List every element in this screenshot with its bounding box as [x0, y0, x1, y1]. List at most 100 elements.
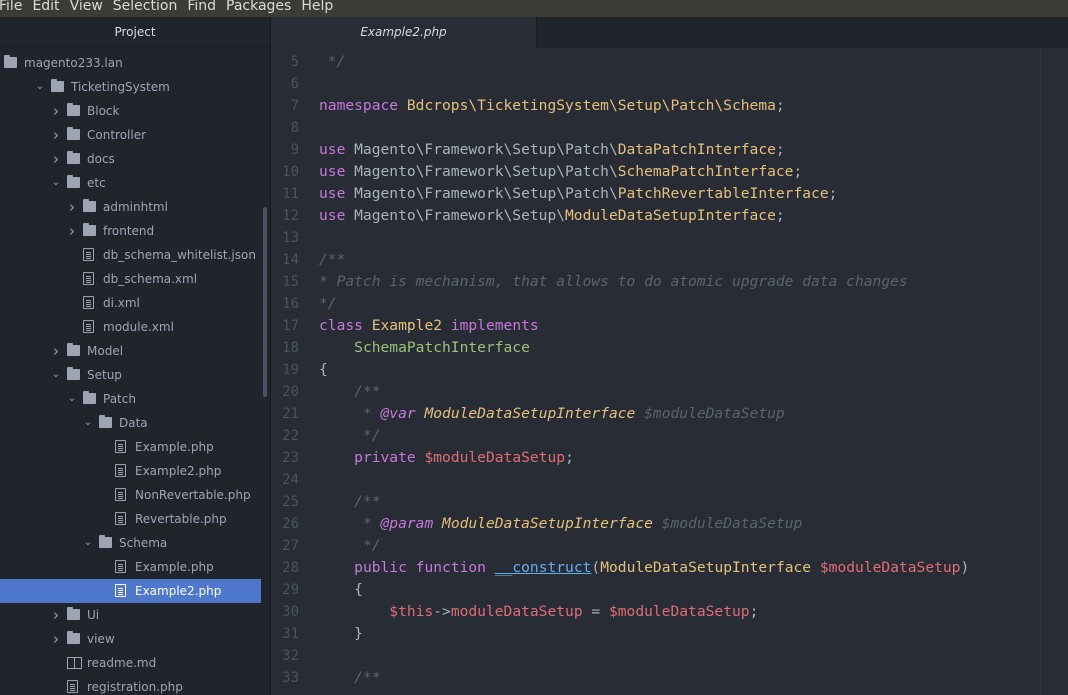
tree-item-label: readme.md [87, 656, 157, 670]
menu-item-help[interactable]: Help [301, 0, 333, 13]
tab-example2-php[interactable]: Example2.php [271, 17, 537, 48]
tree-folder[interactable]: ⌄ Patch [0, 387, 270, 411]
menu-item-packages[interactable]: Packages [226, 0, 291, 13]
chevron-down-icon[interactable]: ⌄ [83, 531, 93, 555]
tree-item-label: Example.php [135, 440, 214, 454]
tree-item-label: etc [87, 176, 106, 190]
tree-file[interactable]: db_schema.xml [0, 267, 270, 291]
tree-file[interactable]: db_schema_whitelist.json [0, 243, 270, 267]
tree-file[interactable]: module.xml [0, 315, 270, 339]
code-token: __construct [494, 559, 592, 576]
tree-folder[interactable]: magento233.lan [0, 51, 270, 75]
folder-icon [51, 79, 64, 92]
tree-folder[interactable]: ⌄ Setup [0, 363, 270, 387]
menu-item-file[interactable]: File [0, 0, 22, 13]
line-number: 25 [282, 494, 299, 510]
line-number: 13 [282, 230, 299, 246]
code-text: namespace Bdcrops\TicketingSystem\Setup\… [319, 95, 785, 117]
line-number: 32 [282, 648, 299, 664]
code-text: * @param ModuleDataSetupInterface $modul… [319, 513, 802, 535]
tree-folder[interactable]: › Model [0, 339, 270, 363]
chevron-right-icon[interactable]: › [51, 603, 61, 627]
menu-item-find[interactable]: Find [187, 0, 216, 13]
tree-folder[interactable]: › docs [0, 147, 270, 171]
tree-file[interactable]: Example2.php [0, 459, 270, 483]
tree-item-label: adminhtml [103, 200, 168, 214]
tree-folder[interactable]: ⌄ TicketingSystem [0, 75, 270, 99]
code-token: { [319, 581, 363, 598]
tree-item-label: Data [119, 416, 148, 430]
menu-item-edit[interactable]: Edit [32, 0, 59, 13]
code-token: $this [389, 603, 434, 620]
file-icon [83, 248, 94, 261]
tree-item-label: docs [87, 152, 115, 166]
tree-file[interactable]: di.xml [0, 291, 270, 315]
folder-icon [67, 103, 80, 116]
tree-file[interactable]: Example2.php [0, 579, 261, 603]
tree-item-label: Example2.php [135, 464, 222, 478]
tree-folder[interactable]: ⌄ Schema [0, 531, 270, 555]
line-number: 5 [290, 54, 299, 70]
code-text: SchemaPatchInterface [319, 337, 530, 359]
chevron-right-icon[interactable]: › [51, 99, 61, 123]
code-text: */ [319, 293, 337, 315]
chevron-down-icon[interactable]: ⌄ [51, 171, 61, 195]
tree-folder[interactable]: › Ui [0, 603, 270, 627]
chevron-right-icon[interactable]: › [51, 123, 61, 147]
line-number: 6 [290, 76, 299, 92]
code-token: $moduleDataSetup [635, 405, 785, 422]
code-token: ModuleDataSetupInterface [600, 559, 812, 576]
line-number: 10 [282, 164, 299, 180]
code-token: private [354, 449, 416, 466]
chevron-right-icon[interactable]: › [51, 339, 61, 363]
line-number: 24 [282, 472, 299, 488]
line-number: 14 [282, 252, 299, 268]
chevron-down-icon[interactable]: ⌄ [35, 75, 45, 99]
chevron-down-icon[interactable]: ⌄ [83, 411, 93, 435]
file-icon [115, 512, 126, 525]
tree-folder[interactable]: ⌄ Data [0, 411, 270, 435]
menu-item-selection[interactable]: Selection [113, 0, 178, 13]
code-editor[interactable]: 5 */ 6 7 namespace Bdcrops\TicketingSystem\… [271, 48, 1068, 695]
tree-file[interactable]: Example.php [0, 555, 270, 579]
tree-item-label: db_schema_whitelist.json [103, 248, 256, 262]
line-number: 20 [282, 384, 299, 400]
tree-scrollbar[interactable] [263, 207, 267, 397]
tree-folder[interactable]: › Block [0, 99, 270, 123]
tree-folder[interactable]: › view [0, 627, 270, 651]
code-text: * @var ModuleDataSetupInterface $moduleD… [319, 403, 785, 425]
code-token: { [319, 361, 328, 378]
chevron-down-icon[interactable]: ⌄ [67, 387, 77, 411]
tree-folder[interactable]: › Controller [0, 123, 270, 147]
tree-file[interactable]: Revertable.php [0, 507, 270, 531]
tree-item-label: Ui [87, 608, 100, 622]
line-number: 28 [282, 560, 299, 576]
chevron-down-icon[interactable]: ⌄ [51, 363, 61, 387]
file-icon [83, 296, 94, 309]
code-text: /** [319, 667, 380, 689]
code-token: * [319, 515, 381, 532]
chevron-right-icon[interactable]: › [67, 219, 77, 243]
chevron-right-icon[interactable]: › [51, 147, 61, 171]
file-icon [83, 272, 94, 285]
tree-folder[interactable]: › adminhtml [0, 195, 270, 219]
tree-item-label: Example.php [135, 560, 214, 574]
code-token: * Patch is mechanism, that allows to do … [319, 273, 908, 290]
code-token: * [319, 405, 381, 422]
chevron-right-icon[interactable]: › [51, 627, 61, 651]
tree-item-label: Controller [87, 128, 147, 142]
tree-file[interactable]: registration.php [0, 675, 270, 695]
tree-folder[interactable]: › frontend [0, 219, 270, 243]
folder-icon [67, 631, 80, 644]
tree-folder[interactable]: ⌄ etc [0, 171, 270, 195]
line-number: 22 [282, 428, 299, 444]
tree-file[interactable]: readme.md [0, 651, 270, 675]
tree-file[interactable]: NonRevertable.php [0, 483, 270, 507]
chevron-right-icon[interactable]: › [67, 195, 77, 219]
code-text: $this->moduleDataSetup = $moduleDataSetu… [319, 601, 758, 623]
tree-file[interactable]: Example.php [0, 435, 270, 459]
code-token: Example2 [371, 317, 443, 334]
menu-item-view[interactable]: View [70, 0, 103, 13]
